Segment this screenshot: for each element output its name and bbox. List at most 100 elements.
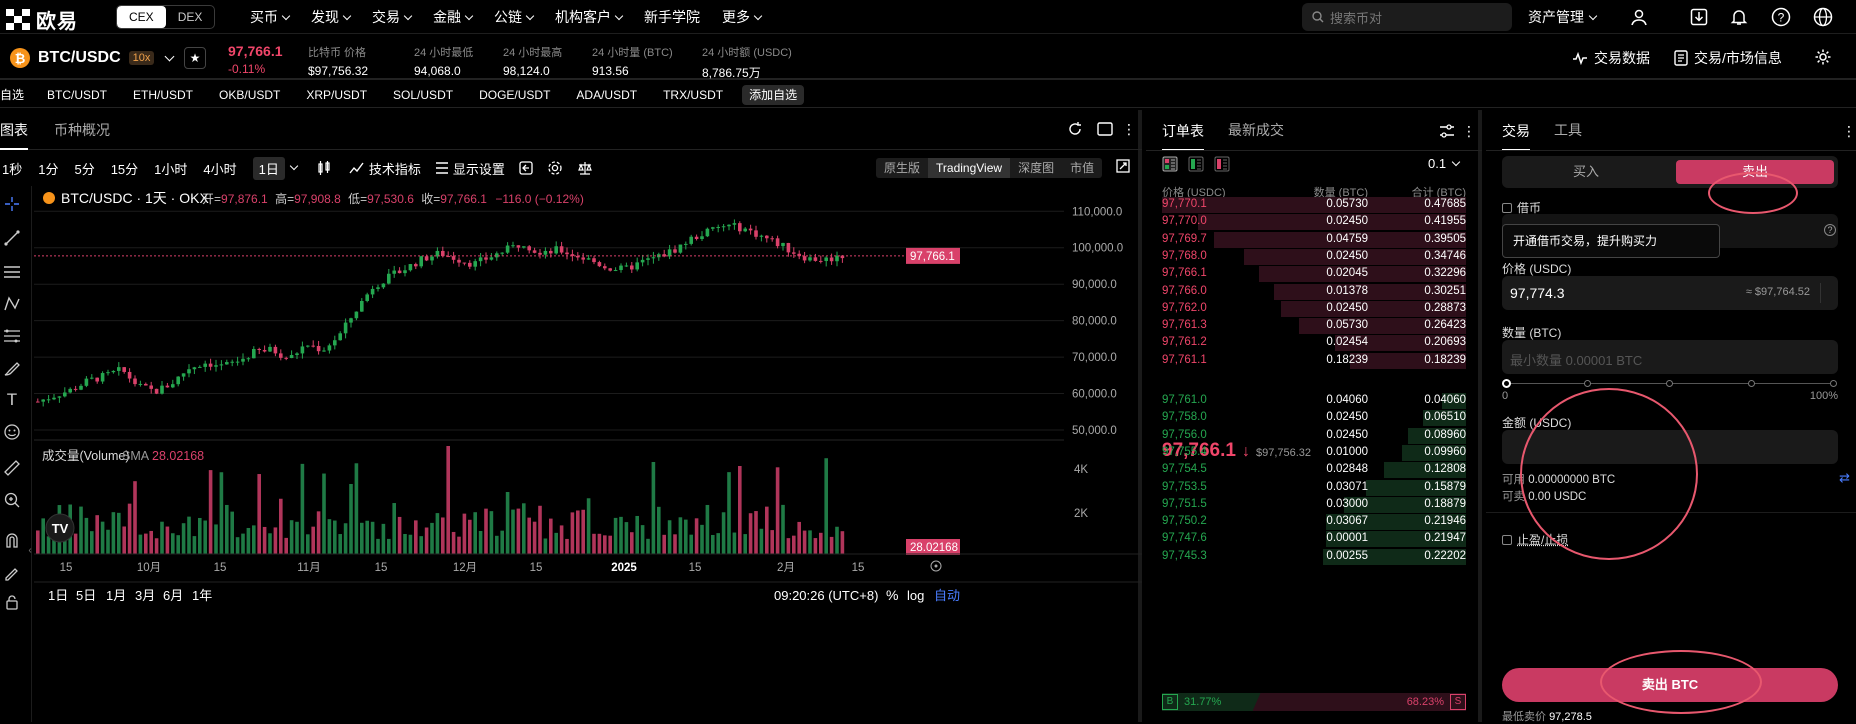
bid-row[interactable]: 97,745.3 0.00255 0.22202 [1146,548,1482,566]
nav-item[interactable]: 买币 [250,7,289,27]
download-icon[interactable] [1688,6,1710,28]
slider-step-dot[interactable] [1830,380,1837,387]
more-vertical-icon[interactable]: ⋮ [1844,120,1854,142]
ask-row[interactable]: 97,770.0 0.02450 0.41955 [1146,213,1482,231]
ask-row[interactable]: 97,770.1 0.05730 0.47685 [1146,196,1482,214]
zoom-in-icon[interactable] [0,490,24,510]
sell-tab[interactable]: 卖出 [1676,160,1834,184]
scale-balance-icon[interactable] [577,160,593,176]
expand-icon[interactable] [1114,157,1132,175]
nav-item[interactable]: 发现 [311,7,350,27]
nav-item[interactable]: 更多 [722,7,761,27]
watchlist-pair[interactable]: XRP/USDT [293,85,380,105]
display-settings-button[interactable]: 显示设置 [453,159,505,178]
pattern-icon[interactable] [0,294,24,314]
watchlist-pair[interactable]: DOGE/USDT [466,85,563,105]
settings-gear-icon[interactable] [1812,46,1834,68]
nav-item[interactable]: 机构客户 [555,7,622,27]
ask-row[interactable]: 97,766.1 0.02045 0.32296 [1146,265,1482,283]
timeframe-option[interactable]: 1分 [38,159,58,178]
timeframe-active[interactable]: 1日 [253,157,285,180]
bid-row[interactable]: 97,758.0 0.02450 0.06510 [1146,409,1482,427]
tpsl-checkbox[interactable]: 止盈/止损 [1502,531,1568,548]
tradingview-chart[interactable]: 110,000.0 100,000.0 90,000.0 80,000.0 70,000… [34,186,1142,722]
ask-row[interactable]: 97,761.2 0.02454 0.20693 [1146,334,1482,352]
timeframe-option[interactable]: 4小时 [203,159,236,178]
favorite-star-icon[interactable]: ★ [184,47,206,69]
book-both-view-icon[interactable] [1162,156,1178,172]
book-bids-view-icon[interactable] [1188,156,1204,172]
indicators-button[interactable]: 技术指标 [369,159,421,178]
watchlist-pair[interactable]: OKB/USDT [206,85,293,105]
watchlist-pair[interactable]: ETH/USDT [120,85,206,105]
fullscreen-window-icon[interactable] [1096,120,1114,138]
nav-item[interactable]: 交易 [372,7,411,27]
tab-coin-overview[interactable]: 币种概况 [54,120,110,140]
ask-row[interactable]: 97,768.0 0.02450 0.34746 [1146,248,1482,266]
bid-row[interactable]: 97,751.5 0.03000 0.18879 [1146,496,1482,514]
filter-settings-icon[interactable] [1436,120,1458,142]
market-info-link[interactable]: 交易/市场信息 [1674,48,1782,68]
goto-date-icon[interactable] [931,561,941,571]
horizontal-lines-icon[interactable] [0,262,24,282]
add-watchlist-button[interactable]: 添加自选 [742,85,804,105]
ask-row[interactable]: 97,762.0 0.02450 0.28873 [1146,300,1482,318]
bid-row[interactable]: 97,750.2 0.03067 0.21946 [1146,513,1482,531]
refresh-plus-icon[interactable] [1066,120,1084,138]
trendline-icon[interactable] [0,228,24,248]
bid-row[interactable]: 97,747.6 0.00001 0.21947 [1146,530,1482,548]
user-icon[interactable] [1628,6,1650,28]
ask-row[interactable]: 97,766.0 0.01378 0.30251 [1146,283,1482,301]
tab-trade[interactable]: 交易 [1502,113,1530,151]
chart-view-option[interactable]: TradingView [928,158,1010,178]
fib-icon[interactable] [0,326,24,346]
percent-toggle[interactable]: % [886,587,898,603]
stepper-icon[interactable] [1820,283,1832,303]
sell-btc-button[interactable]: 卖出 BTC [1502,668,1838,702]
info-icon[interactable]: ? [1824,224,1836,236]
price-input[interactable]: 97,774.3 ≈ $97,764.52 [1502,276,1838,310]
range-option[interactable]: 1月 [106,588,126,603]
slider-step-dot[interactable] [1666,380,1673,387]
transfer-icon[interactable]: ⇄ [1839,470,1850,486]
slider-step-dot[interactable] [1584,380,1591,387]
bid-row[interactable]: 97,755.4 0.01000 0.09960 [1146,444,1482,462]
cex-toggle[interactable]: CEX [117,6,166,28]
tab-order-book[interactable]: 订单表 [1162,113,1204,151]
timeframe-option[interactable]: 5分 [74,159,94,178]
trade-data-link[interactable]: 交易数据 [1572,48,1650,68]
timeframe-option[interactable]: 15分 [111,159,138,178]
collapse-left-icon[interactable]: ‹ [26,540,34,560]
watchlist-pair[interactable]: ADA/USDT [563,85,650,105]
qty-input[interactable]: 最小数量 0.00001 BTC [1502,340,1838,374]
language-globe-icon[interactable] [1812,6,1834,28]
timeframe-option[interactable]: 1小时 [154,159,187,178]
text-tool-icon[interactable]: T [0,390,24,410]
slider-step-dot[interactable] [1748,380,1755,387]
nav-item[interactable]: 金融 [433,7,472,27]
watchlist-label[interactable]: 自选 [0,85,34,105]
auto-scale-toggle[interactable]: 自动 [934,588,960,603]
chart-settings-gear-icon[interactable] [547,160,563,176]
slider-step-dot[interactable] [1502,379,1511,388]
lock-drawing-icon[interactable] [0,562,24,582]
watchlist-pair[interactable]: TRX/USDT [650,85,736,105]
precision-selector[interactable]: 0.1 [1428,156,1459,171]
asset-management-menu[interactable]: 资产管理 [1528,0,1596,34]
crosshair-icon[interactable] [0,194,24,214]
bid-row[interactable]: 97,753.5 0.03071 0.15879 [1146,479,1482,497]
nav-item[interactable]: 公链 [494,7,533,27]
magnet-icon[interactable] [0,530,24,550]
timeframe-option[interactable]: 1秒 [2,159,22,178]
emoji-icon[interactable] [0,422,24,442]
qty-slider[interactable] [1502,378,1838,390]
log-toggle[interactable]: log [907,588,924,603]
tab-tools[interactable]: 工具 [1554,120,1582,140]
more-vertical-icon[interactable]: ⋮ [1124,120,1134,138]
chart-view-option[interactable]: 原生版 [876,158,928,178]
book-asks-view-icon[interactable] [1214,156,1230,172]
ruler-icon[interactable] [0,458,24,478]
dex-toggle[interactable]: DEX [166,6,215,28]
brush-icon[interactable] [0,358,24,378]
lock-icon[interactable] [0,592,24,612]
